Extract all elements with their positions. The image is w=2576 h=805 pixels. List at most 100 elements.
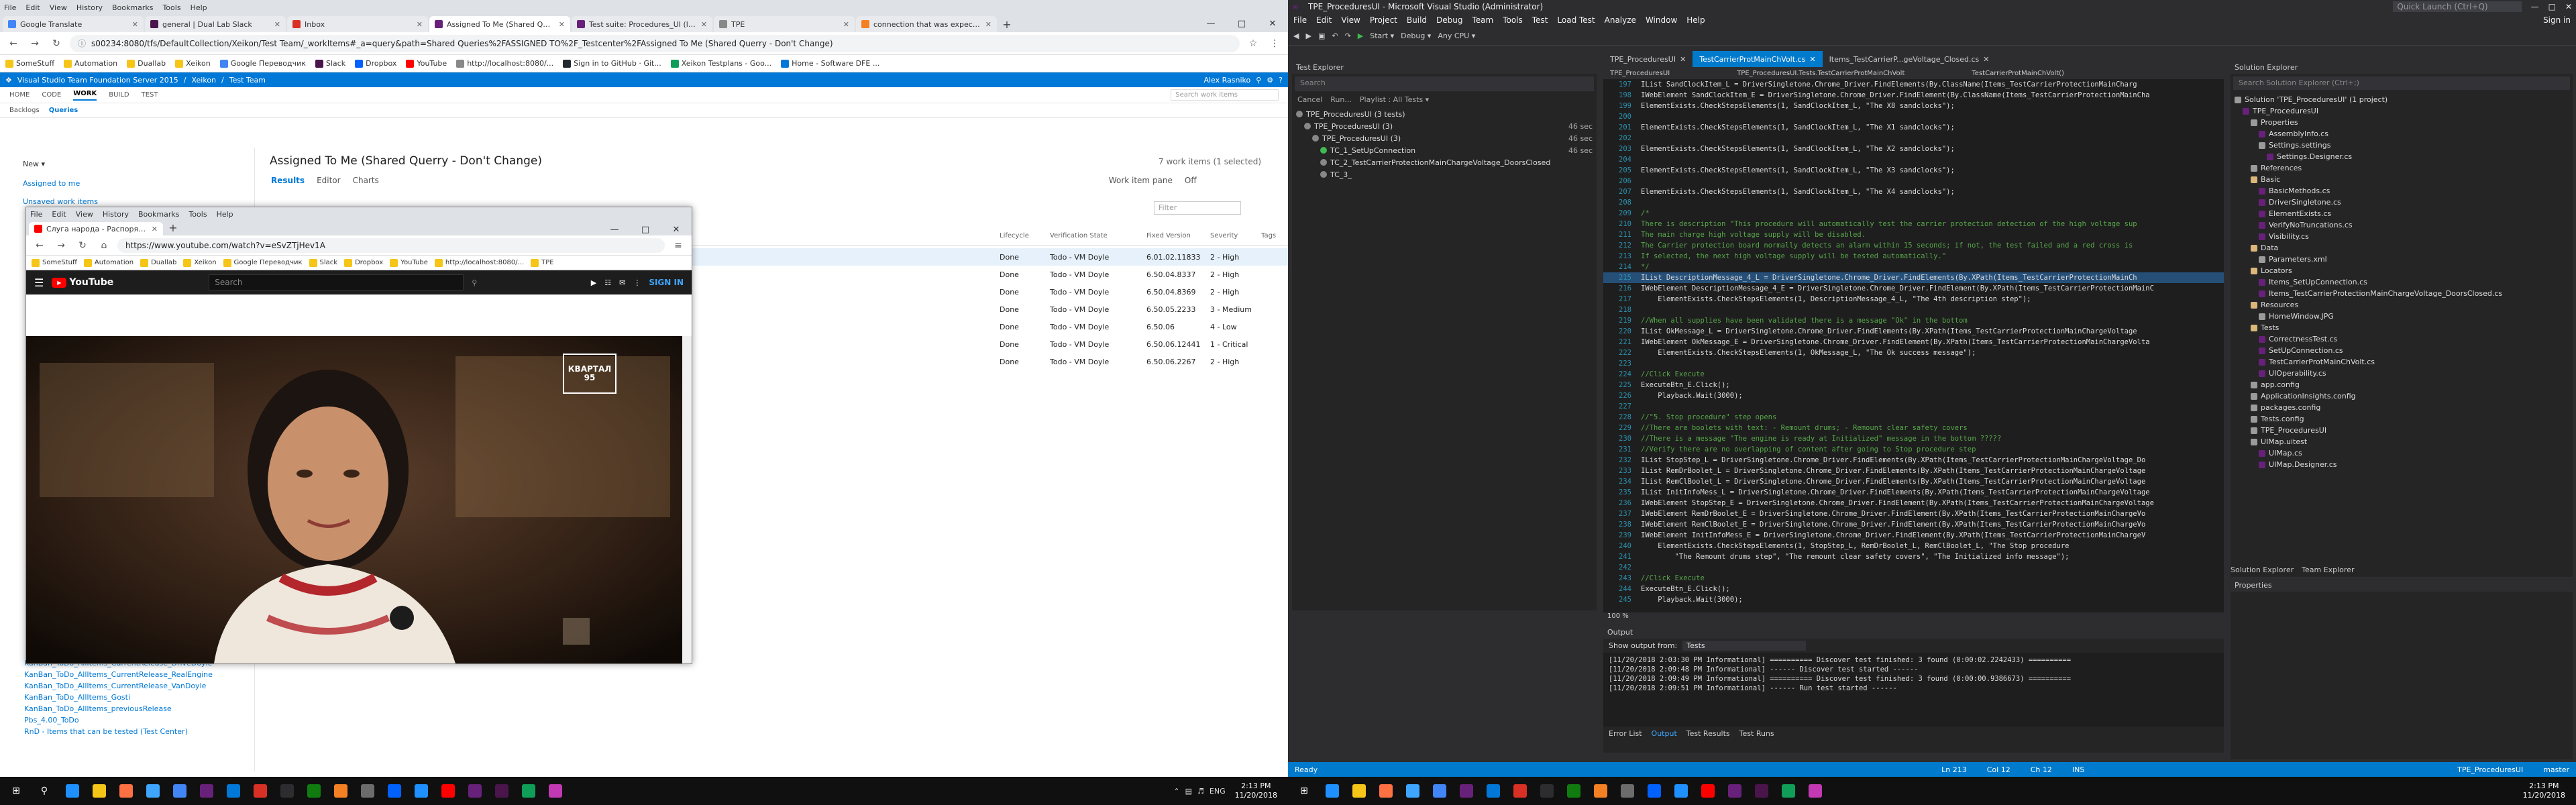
menu-item-edit[interactable]: Edit: [52, 210, 66, 219]
editor-nav-dropdown[interactable]: TestCarrierProtMainChVolt(): [1972, 70, 2064, 77]
tab-editor[interactable]: Editor: [317, 176, 341, 185]
maximize-icon[interactable]: □: [1226, 15, 1257, 32]
forward-icon[interactable]: ▶: [1305, 32, 1311, 40]
taskbar-app-icon[interactable]: [1374, 779, 1398, 803]
bookmark-item[interactable]: Slack: [309, 258, 337, 267]
solution-tree-item[interactable]: Visibility.cs: [2235, 231, 2569, 242]
video-player[interactable]: КВАРТАЛ 95: [26, 336, 684, 663]
minimize-icon[interactable]: —: [2531, 2, 2539, 11]
vs-menu-team[interactable]: Team: [1472, 15, 1493, 25]
yt-search-input[interactable]: Search: [209, 274, 464, 290]
solution-search-input[interactable]: Search Solution Explorer (Ctrl+;): [2233, 76, 2570, 90]
taskbar-app-icon[interactable]: [1481, 779, 1505, 803]
tab-close-icon[interactable]: ✕: [843, 20, 849, 29]
vs-menu-window[interactable]: Window: [1646, 15, 1677, 25]
close-icon[interactable]: ✕: [661, 221, 692, 238]
browser-tab[interactable]: general | Dual Lab Slack ✕: [145, 16, 286, 32]
bookmark-item[interactable]: YouTube: [390, 258, 428, 267]
editor-nav-dropdown[interactable]: TPE_ProceduresUI.Tests.TestCarrierProtMa…: [1737, 70, 1904, 77]
menu-item-history[interactable]: History: [76, 3, 103, 12]
bookmark-item[interactable]: Automation: [83, 258, 133, 267]
col-lifecycle[interactable]: Lifecycle: [1000, 232, 1029, 239]
menu-item-tools[interactable]: Tools: [162, 3, 180, 12]
hub-test[interactable]: TEST: [142, 91, 158, 99]
col-fixed-version[interactable]: Fixed Version: [1146, 232, 1191, 239]
search-work-items-input[interactable]: Search work items: [1171, 89, 1279, 101]
taskbar-app-icon[interactable]: [1320, 779, 1344, 803]
vs-menu-debug[interactable]: Debug: [1436, 15, 1462, 25]
solution-tree-item[interactable]: Basic: [2235, 174, 2569, 185]
close-icon[interactable]: ✕: [1257, 15, 1288, 32]
tab-close-icon[interactable]: ✕: [1983, 55, 1989, 64]
col-severity[interactable]: Severity: [1210, 232, 1238, 239]
solution-tree-item[interactable]: UIMap.cs: [2235, 447, 2569, 459]
info-icon[interactable]: ⓘ: [78, 38, 86, 49]
yt-url-input[interactable]: https://www.youtube.com/watch?v=eSvZTjHe…: [117, 237, 665, 253]
new-tab-icon[interactable]: +: [164, 219, 182, 235]
youtube-logo[interactable]: ▶ YouTube: [52, 277, 113, 288]
language-indicator[interactable]: ENG: [1210, 787, 1226, 796]
taskbar-app-icon[interactable]: [1401, 779, 1425, 803]
start-icon[interactable]: ⊞: [4, 779, 28, 803]
menu-icon[interactable]: ⋮: [1267, 36, 1283, 52]
yt-tab[interactable]: Слуга народа - Распорядок... ✕: [29, 222, 163, 235]
maximize-icon[interactable]: □: [2548, 2, 2556, 11]
solution-tree-item[interactable]: References: [2235, 162, 2569, 174]
bookmark-item[interactable]: Slack: [315, 59, 345, 68]
tab-close-icon[interactable]: ✕: [1809, 55, 1815, 64]
tab-close-icon[interactable]: ✕: [132, 20, 138, 29]
config-dropdown[interactable]: Debug ▾: [1401, 32, 1431, 40]
tool-tab-test-runs[interactable]: Test Runs: [1739, 729, 1774, 738]
search-icon[interactable]: ⚲: [1256, 76, 1261, 85]
taskbar-app-icon[interactable]: [195, 779, 219, 803]
taskbar-app-icon[interactable]: [1562, 779, 1586, 803]
minimize-icon[interactable]: —: [599, 221, 630, 238]
menu-item-edit[interactable]: Edit: [25, 3, 40, 12]
taskbar-app-icon[interactable]: [436, 779, 460, 803]
crumb-collection[interactable]: Xeikon: [192, 76, 217, 85]
solution-tree-item[interactable]: packages.config: [2235, 402, 2569, 413]
back-icon[interactable]: ←: [32, 237, 48, 254]
bookmark-item[interactable]: http://localhost:8080/...: [434, 258, 524, 267]
browser-tab[interactable]: connection that was expected ✕: [856, 16, 997, 32]
status-project[interactable]: TPE_ProceduresUI: [2457, 765, 2523, 774]
test-tree-item[interactable]: TC_1_SetUpConnection 46 sec: [1296, 144, 1593, 156]
tool-tab-test-results[interactable]: Test Results: [1686, 729, 1730, 738]
taskbar-app-icon[interactable]: [1696, 779, 1720, 803]
tab-results[interactable]: Results: [271, 176, 305, 185]
work-item-pane-toggle[interactable]: Off: [1185, 176, 1197, 185]
taskbar-app-icon[interactable]: [543, 779, 568, 803]
browser-tab[interactable]: TPE ✕: [714, 16, 855, 32]
yt-sign-in-button[interactable]: SIGN IN: [649, 278, 684, 287]
search-icon[interactable]: ⚲: [472, 278, 477, 287]
query-link[interactable]: KanBan_ToDo_AllItems_Gosti: [24, 693, 213, 704]
hub-code[interactable]: CODE: [42, 91, 61, 99]
bookmark-item[interactable]: SomeStuff: [5, 59, 54, 68]
browser-tab[interactable]: Test suite: Procedures_UI (loca... ✕: [572, 16, 712, 32]
reload-icon[interactable]: ↻: [48, 36, 64, 52]
solution-tree-item[interactable]: ApplicationInsights.config: [2235, 390, 2569, 402]
taskbar-app-icon[interactable]: [409, 779, 433, 803]
menu-item-view[interactable]: View: [76, 210, 93, 219]
solution-tree-item[interactable]: TPE_ProceduresUI: [2235, 105, 2569, 117]
platform-dropdown[interactable]: Any CPU ▾: [1438, 32, 1475, 40]
solution-tree-item[interactable]: Solution 'TPE_ProceduresUI' (1 project): [2235, 94, 2569, 105]
network-icon[interactable]: ▤: [1185, 787, 1192, 796]
bookmark-item[interactable]: Duallab: [140, 258, 176, 267]
taskbar-app-icon[interactable]: [60, 779, 85, 803]
solution-tree-item[interactable]: Tests: [2235, 322, 2569, 333]
taskbar-app-icon[interactable]: [248, 779, 272, 803]
chat-icon[interactable]: ✉: [619, 278, 625, 287]
solution-tree-item[interactable]: Parameters.xml: [2235, 254, 2569, 265]
solution-tree-item[interactable]: TestCarrierProtMainChVolt.cs: [2235, 356, 2569, 368]
solution-tree-item[interactable]: Items_TestCarrierProtectionMainChargeVol…: [2235, 288, 2569, 299]
vs-menu-project[interactable]: Project: [1370, 15, 1397, 25]
editor-nav-dropdown[interactable]: TPE_ProceduresUI: [1610, 70, 1670, 77]
tab-close-icon[interactable]: ✕: [274, 20, 280, 29]
bookmark-item[interactable]: Google Переводчик: [219, 59, 306, 68]
tab-solution-explorer[interactable]: Solution Explorer: [2231, 566, 2294, 574]
taskbar-app-icon[interactable]: [1535, 779, 1559, 803]
taskbar-app-icon[interactable]: [1347, 779, 1371, 803]
video-camera-icon[interactable]: ▶: [591, 278, 596, 287]
bookmark-item[interactable]: Duallab: [127, 59, 166, 68]
